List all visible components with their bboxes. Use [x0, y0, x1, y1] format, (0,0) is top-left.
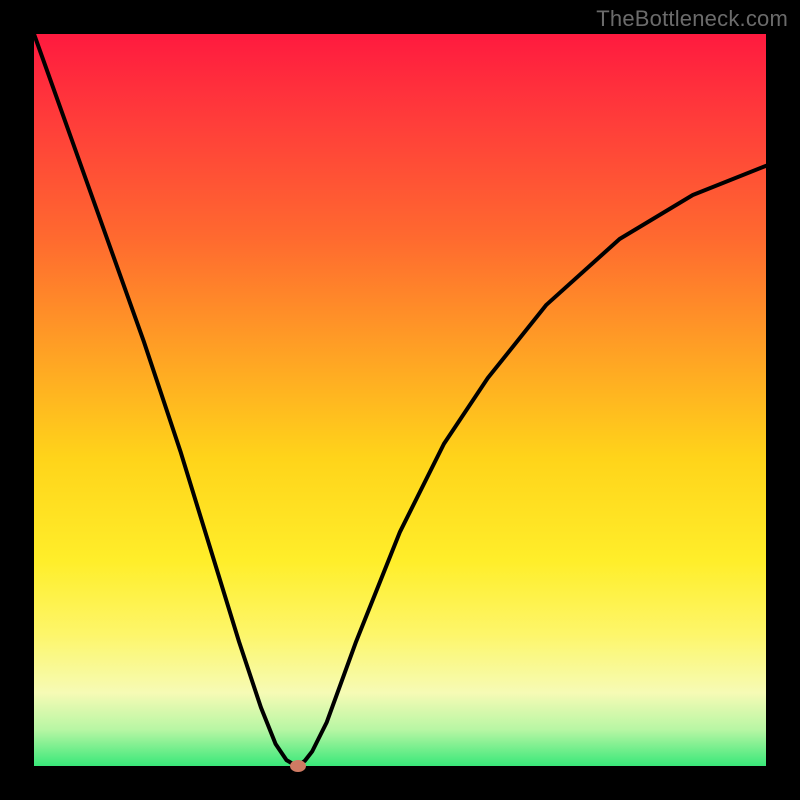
- chart-frame: TheBottleneck.com: [0, 0, 800, 800]
- optimum-marker: [290, 760, 306, 772]
- watermark-text: TheBottleneck.com: [596, 6, 788, 32]
- plot-area: [34, 34, 766, 766]
- bottleneck-curve: [34, 34, 766, 766]
